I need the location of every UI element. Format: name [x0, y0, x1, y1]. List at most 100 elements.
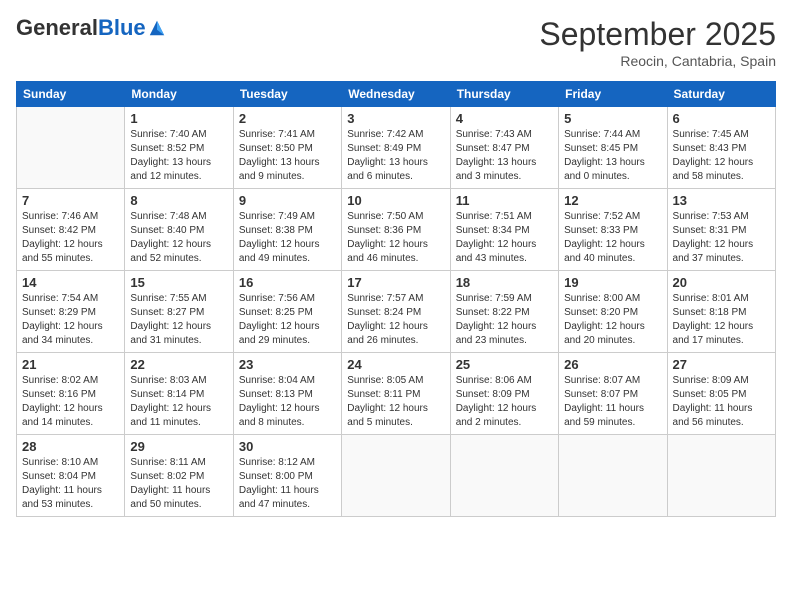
day-number: 24	[347, 357, 444, 372]
calendar-week-4: 28Sunrise: 8:10 AM Sunset: 8:04 PM Dayli…	[17, 435, 776, 517]
calendar-cell: 27 Sunrise: 8:09 AM Sunset: 8:05 PM Dayli…	[667, 353, 775, 435]
calendar-cell: 19Sunrise: 8:00 AM Sunset: 8:20 PM Dayli…	[559, 271, 667, 353]
day-info: Sunrise: 7:46 AM Sunset: 8:42 PM Dayligh…	[22, 210, 119, 266]
logo-icon	[148, 19, 166, 37]
day-number: 5	[564, 111, 661, 126]
day-info: Sunrise: 7:42 AM Sunset: 8:49 PM Dayligh…	[347, 128, 444, 184]
calendar-week-2: 14Sunrise: 7:54 AM Sunset: 8:29 PM Dayli…	[17, 271, 776, 353]
day-number: 17	[347, 275, 444, 290]
calendar-cell: 1 Sunrise: 7:40 AM Sunset: 8:52 PM Daylig…	[125, 107, 233, 189]
header-tuesday: Tuesday	[233, 82, 341, 107]
day-info: Sunrise: 8:09 AM Sunset: 8:05 PM Dayligh…	[673, 374, 770, 430]
calendar-cell: 20 Sunrise: 8:01 AM Sunset: 8:18 PM Dayli…	[667, 271, 775, 353]
month-title: September 2025	[539, 16, 776, 53]
day-number: 11	[456, 193, 553, 208]
day-info: Sunrise: 7:53 AM Sunset: 8:31 PM Dayligh…	[673, 210, 770, 266]
day-number: 27	[673, 357, 770, 372]
calendar-cell: 12 Sunrise: 7:52 AM Sunset: 8:33 PM Dayli…	[559, 189, 667, 271]
calendar-week-0: 1 Sunrise: 7:40 AM Sunset: 8:52 PM Daylig…	[17, 107, 776, 189]
day-number: 7	[22, 193, 119, 208]
header-wednesday: Wednesday	[342, 82, 450, 107]
day-info: Sunrise: 7:41 AM Sunset: 8:50 PM Dayligh…	[239, 128, 336, 184]
day-number: 22	[130, 357, 227, 372]
calendar-week-1: 7 Sunrise: 7:46 AM Sunset: 8:42 PM Daylig…	[17, 189, 776, 271]
day-number: 2	[239, 111, 336, 126]
logo: GeneralBlue	[16, 16, 166, 40]
day-number: 9	[239, 193, 336, 208]
day-info: Sunrise: 7:52 AM Sunset: 8:33 PM Dayligh…	[564, 210, 661, 266]
day-number: 20	[673, 275, 770, 290]
header-saturday: Saturday	[667, 82, 775, 107]
calendar-cell: 16Sunrise: 7:56 AM Sunset: 8:25 PM Dayli…	[233, 271, 341, 353]
calendar-cell: 28Sunrise: 8:10 AM Sunset: 8:04 PM Dayli…	[17, 435, 125, 517]
calendar-cell: 26Sunrise: 8:07 AM Sunset: 8:07 PM Dayli…	[559, 353, 667, 435]
weekday-header-row: Sunday Monday Tuesday Wednesday Thursday…	[17, 82, 776, 107]
day-info: Sunrise: 8:12 AM Sunset: 8:00 PM Dayligh…	[239, 456, 336, 512]
page-header: GeneralBlue September 2025 Reocin, Canta…	[16, 16, 776, 69]
day-number: 1	[130, 111, 227, 126]
logo-general: General	[16, 15, 98, 40]
calendar-cell: 10 Sunrise: 7:50 AM Sunset: 8:36 PM Dayli…	[342, 189, 450, 271]
header-friday: Friday	[559, 82, 667, 107]
calendar-cell: 21 Sunrise: 8:02 AM Sunset: 8:16 PM Dayli…	[17, 353, 125, 435]
header-monday: Monday	[125, 82, 233, 107]
calendar-cell: 11Sunrise: 7:51 AM Sunset: 8:34 PM Dayli…	[450, 189, 558, 271]
calendar-week-3: 21 Sunrise: 8:02 AM Sunset: 8:16 PM Dayli…	[17, 353, 776, 435]
page-container: GeneralBlue September 2025 Reocin, Canta…	[0, 0, 792, 527]
day-info: Sunrise: 7:49 AM Sunset: 8:38 PM Dayligh…	[239, 210, 336, 266]
day-number: 19	[564, 275, 661, 290]
calendar-cell: 9 Sunrise: 7:49 AM Sunset: 8:38 PM Daylig…	[233, 189, 341, 271]
day-info: Sunrise: 8:01 AM Sunset: 8:18 PM Dayligh…	[673, 292, 770, 348]
calendar-cell: 2 Sunrise: 7:41 AM Sunset: 8:50 PM Daylig…	[233, 107, 341, 189]
calendar-cell: 22 Sunrise: 8:03 AM Sunset: 8:14 PM Dayli…	[125, 353, 233, 435]
day-info: Sunrise: 8:02 AM Sunset: 8:16 PM Dayligh…	[22, 374, 119, 430]
calendar-cell: 17 Sunrise: 7:57 AM Sunset: 8:24 PM Dayli…	[342, 271, 450, 353]
day-info: Sunrise: 7:57 AM Sunset: 8:24 PM Dayligh…	[347, 292, 444, 348]
day-number: 15	[130, 275, 227, 290]
day-number: 29	[130, 439, 227, 454]
location: Reocin, Cantabria, Spain	[539, 53, 776, 69]
day-number: 3	[347, 111, 444, 126]
calendar-cell: 7 Sunrise: 7:46 AM Sunset: 8:42 PM Daylig…	[17, 189, 125, 271]
day-info: Sunrise: 8:03 AM Sunset: 8:14 PM Dayligh…	[130, 374, 227, 430]
day-number: 30	[239, 439, 336, 454]
day-info: Sunrise: 8:06 AM Sunset: 8:09 PM Dayligh…	[456, 374, 553, 430]
calendar-cell: 8 Sunrise: 7:48 AM Sunset: 8:40 PM Daylig…	[125, 189, 233, 271]
day-info: Sunrise: 7:44 AM Sunset: 8:45 PM Dayligh…	[564, 128, 661, 184]
day-info: Sunrise: 8:11 AM Sunset: 8:02 PM Dayligh…	[130, 456, 227, 512]
day-info: Sunrise: 8:04 AM Sunset: 8:13 PM Dayligh…	[239, 374, 336, 430]
day-number: 10	[347, 193, 444, 208]
calendar-cell: 18 Sunrise: 7:59 AM Sunset: 8:22 PM Dayli…	[450, 271, 558, 353]
day-info: Sunrise: 7:45 AM Sunset: 8:43 PM Dayligh…	[673, 128, 770, 184]
day-info: Sunrise: 7:55 AM Sunset: 8:27 PM Dayligh…	[130, 292, 227, 348]
day-number: 6	[673, 111, 770, 126]
day-number: 13	[673, 193, 770, 208]
day-info: Sunrise: 7:43 AM Sunset: 8:47 PM Dayligh…	[456, 128, 553, 184]
calendar-cell: 25 Sunrise: 8:06 AM Sunset: 8:09 PM Dayli…	[450, 353, 558, 435]
calendar-cell: 24Sunrise: 8:05 AM Sunset: 8:11 PM Dayli…	[342, 353, 450, 435]
day-info: Sunrise: 7:48 AM Sunset: 8:40 PM Dayligh…	[130, 210, 227, 266]
calendar-table: Sunday Monday Tuesday Wednesday Thursday…	[16, 81, 776, 517]
calendar-cell	[450, 435, 558, 517]
day-number: 8	[130, 193, 227, 208]
header-sunday: Sunday	[17, 82, 125, 107]
day-number: 21	[22, 357, 119, 372]
day-number: 28	[22, 439, 119, 454]
day-number: 25	[456, 357, 553, 372]
day-info: Sunrise: 7:59 AM Sunset: 8:22 PM Dayligh…	[456, 292, 553, 348]
day-number: 12	[564, 193, 661, 208]
day-number: 14	[22, 275, 119, 290]
calendar-cell	[559, 435, 667, 517]
day-info: Sunrise: 7:40 AM Sunset: 8:52 PM Dayligh…	[130, 128, 227, 184]
calendar-cell: 5 Sunrise: 7:44 AM Sunset: 8:45 PM Daylig…	[559, 107, 667, 189]
day-number: 18	[456, 275, 553, 290]
day-number: 23	[239, 357, 336, 372]
calendar-cell	[667, 435, 775, 517]
calendar-cell: 4Sunrise: 7:43 AM Sunset: 8:47 PM Daylig…	[450, 107, 558, 189]
calendar-cell: 30 Sunrise: 8:12 AM Sunset: 8:00 PM Dayli…	[233, 435, 341, 517]
header-thursday: Thursday	[450, 82, 558, 107]
day-number: 26	[564, 357, 661, 372]
day-info: Sunrise: 7:50 AM Sunset: 8:36 PM Dayligh…	[347, 210, 444, 266]
logo-blue: Blue	[98, 15, 146, 40]
title-block: September 2025 Reocin, Cantabria, Spain	[539, 16, 776, 69]
